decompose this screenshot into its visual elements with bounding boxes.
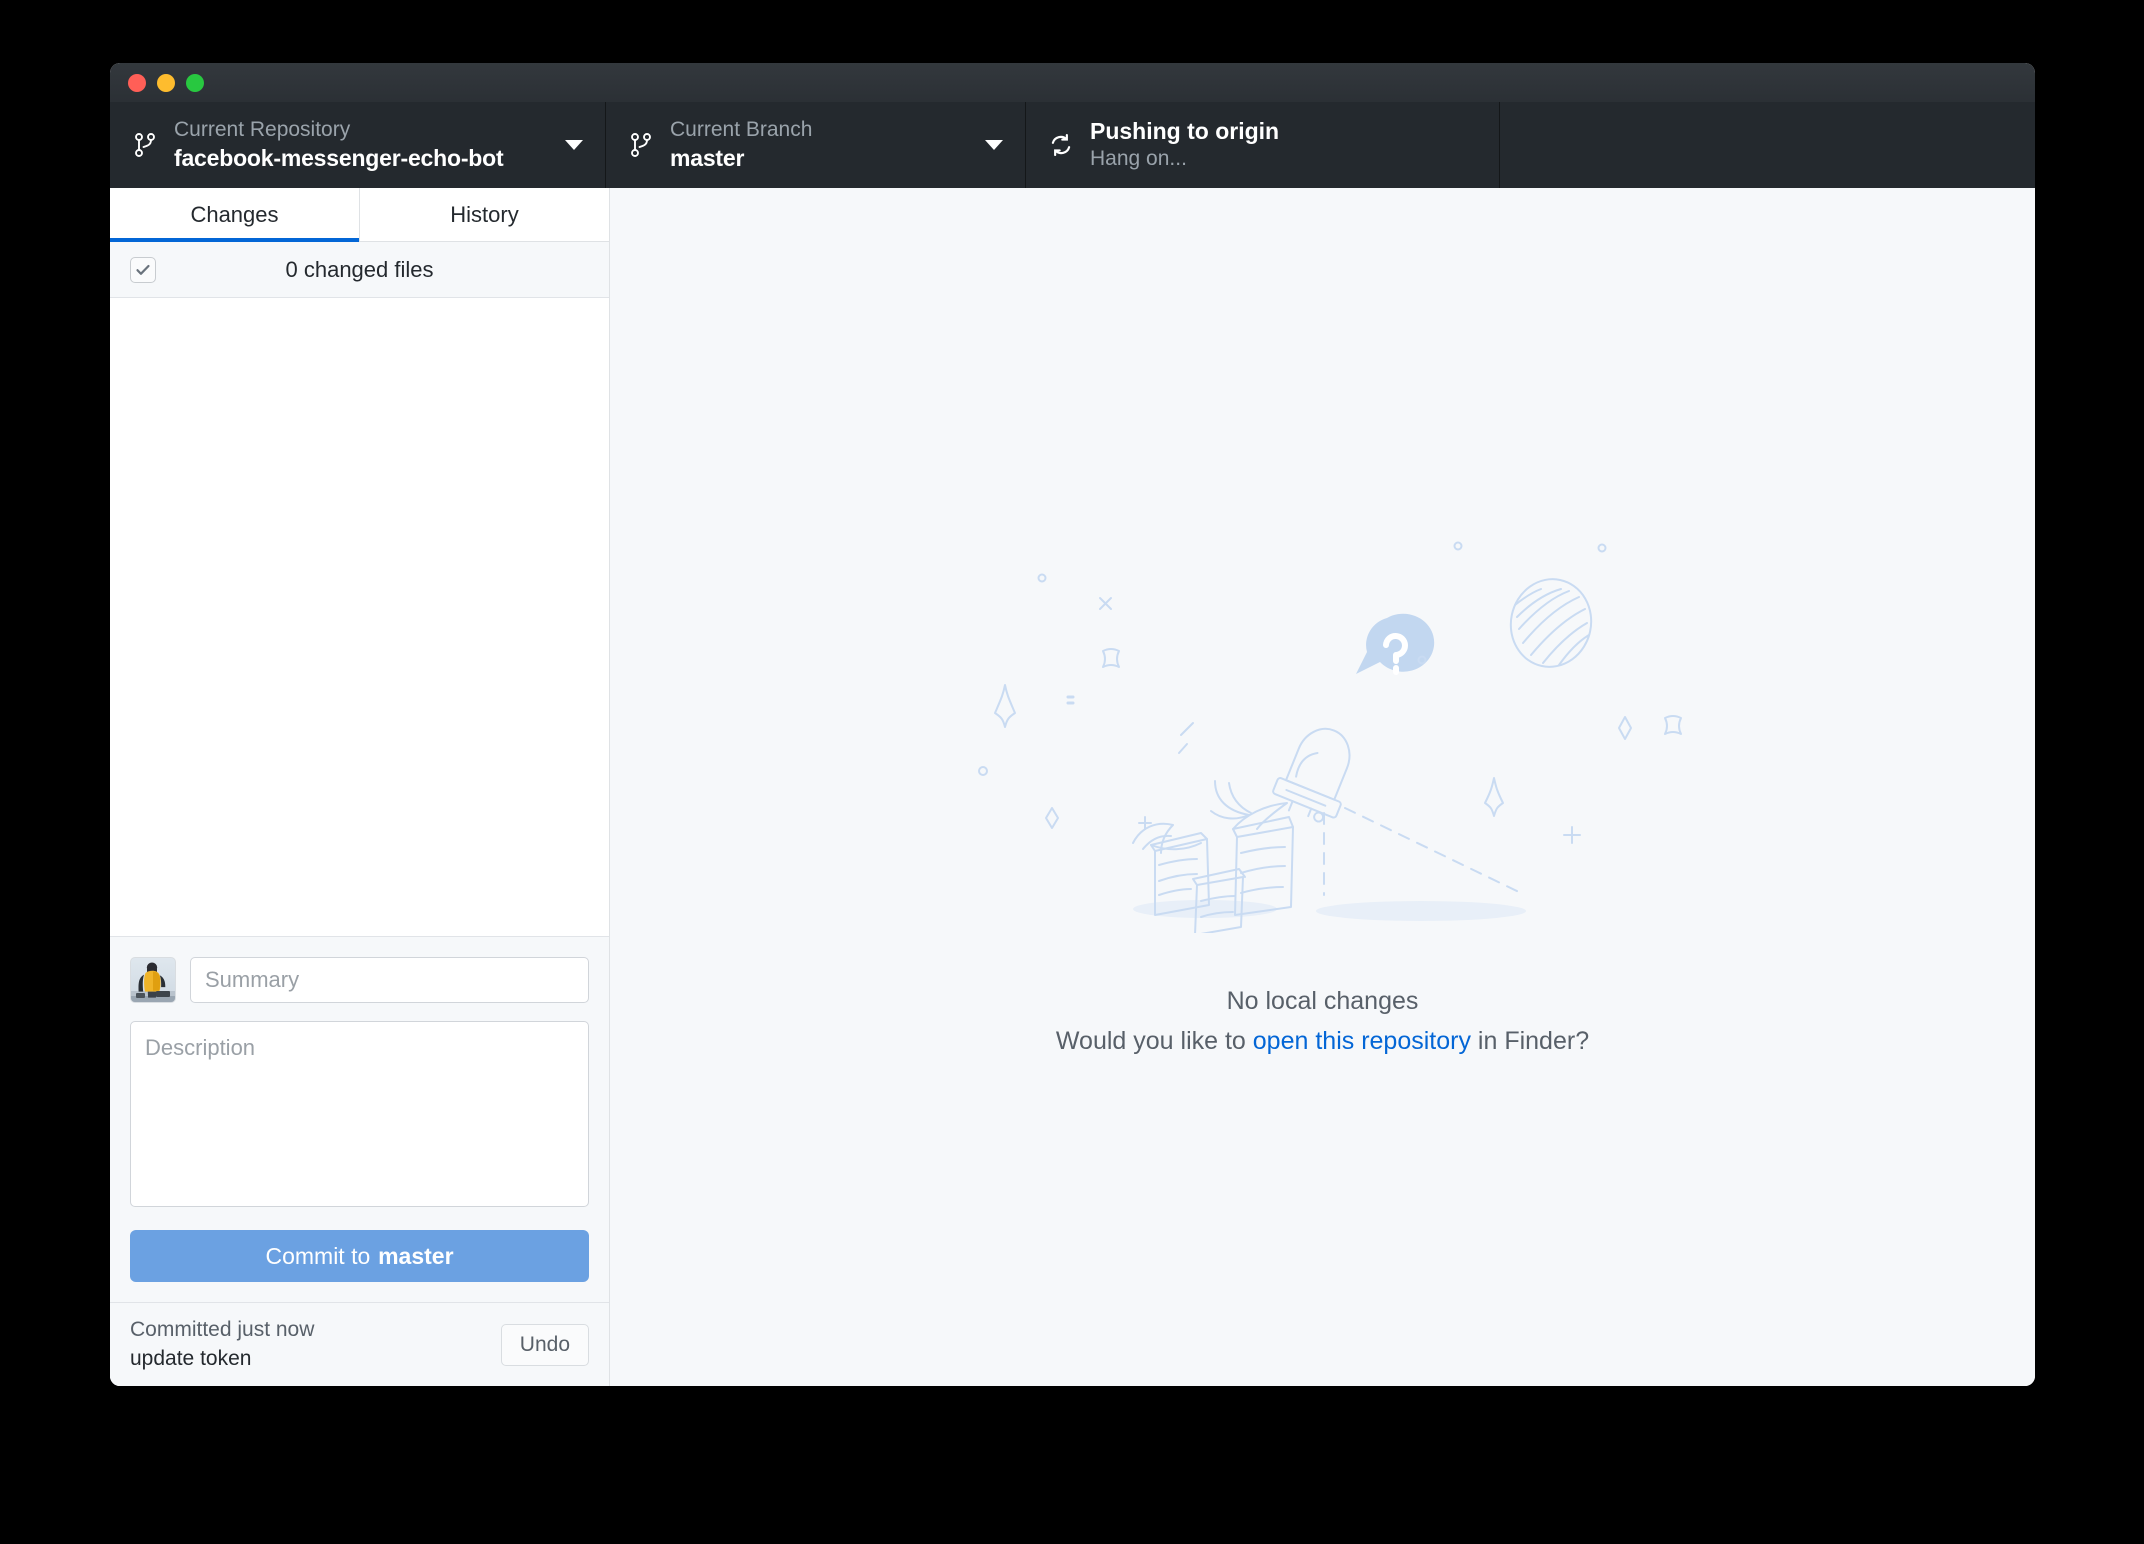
push-status-text: Pushing to origin Hang on...: [1090, 117, 1477, 173]
tab-changes[interactable]: Changes: [110, 188, 359, 242]
app-body: Changes History 0 changed files Summary …: [110, 188, 2035, 1386]
github-desktop-window: Current Repository facebook-messenger-ec…: [110, 63, 2035, 1386]
sidebar: Changes History 0 changed files Summary …: [110, 188, 610, 1386]
chevron-down-icon: [985, 140, 1003, 150]
commit-summary-row: [130, 957, 589, 1003]
main-panel: No local changes Would you like to open …: [610, 188, 2035, 1386]
current-branch-value: master: [670, 144, 745, 171]
commit-button[interactable]: Commit to master: [130, 1230, 589, 1282]
empty-state-text: No local changes Would you like to open …: [1056, 981, 1589, 1061]
push-status-title: Pushing to origin: [1090, 117, 1280, 144]
current-repository-text: Current Repository facebook-messenger-ec…: [174, 117, 553, 173]
branch-icon: [628, 132, 654, 158]
undo-commit-status: Committed just now: [130, 1318, 315, 1342]
empty-state-prefix: Would you like to: [1055, 1027, 1246, 1055]
tab-changes-label: Changes: [190, 201, 279, 227]
current-repository-dropdown[interactable]: Current Repository facebook-messenger-ec…: [110, 102, 606, 188]
push-status-subtitle: Hang on...: [1090, 147, 1187, 171]
sync-icon: [1048, 132, 1074, 158]
sidebar-tabs: Changes History: [110, 188, 609, 242]
no-changes-illustration: [977, 541, 1682, 933]
window-titlebar: [110, 63, 2035, 102]
current-repository-value: facebook-messenger-echo-bot: [174, 144, 504, 171]
current-branch-label: Current Branch: [670, 117, 813, 141]
undo-commit-bar: Committed just now update token Undo: [110, 1302, 609, 1386]
changed-files-list[interactable]: [110, 298, 609, 937]
push-status-button[interactable]: Pushing to origin Hang on...: [1026, 102, 1500, 188]
open-this-repository-link[interactable]: open this repository: [1253, 1027, 1471, 1055]
empty-state-title: No local changes: [1226, 987, 1419, 1015]
commit-description-input[interactable]: [130, 1021, 589, 1207]
close-window-button[interactable]: [128, 73, 146, 92]
current-branch-dropdown[interactable]: Current Branch master: [606, 102, 1026, 188]
commit-form: Commit to master: [110, 937, 609, 1302]
changed-files-count: 0 changed files: [285, 256, 434, 282]
tab-history-label: History: [450, 201, 519, 227]
current-branch-text: Current Branch master: [670, 117, 973, 173]
traffic-lights: [128, 73, 204, 92]
current-repository-label: Current Repository: [174, 117, 351, 141]
app-toolbar: Current Repository facebook-messenger-ec…: [110, 102, 2035, 188]
select-all-files-checkbox[interactable]: [130, 256, 156, 283]
undo-commit-summary: update token: [130, 1346, 252, 1370]
commit-button-branch: master: [378, 1242, 454, 1269]
maximize-window-button[interactable]: [186, 73, 204, 92]
commit-button-prefix: Commit to: [265, 1242, 371, 1269]
toolbar-empty-area: [1500, 102, 2035, 188]
commit-summary-input[interactable]: [190, 957, 589, 1003]
undo-button[interactable]: Undo: [500, 1323, 589, 1366]
repo-branch-icon: [132, 132, 158, 158]
changed-files-header: 0 changed files: [110, 242, 609, 298]
empty-state-subtitle: Would you like to open this repository i…: [1056, 1021, 1589, 1061]
undo-commit-text: Committed just now update token: [130, 1316, 501, 1373]
empty-state-suffix: in Finder?: [1477, 1027, 1590, 1055]
avatar: [130, 957, 176, 1003]
minimize-window-button[interactable]: [157, 73, 175, 92]
commit-form-spacer: [130, 1282, 589, 1302]
chevron-down-icon: [565, 140, 583, 150]
tab-history[interactable]: History: [359, 188, 609, 241]
